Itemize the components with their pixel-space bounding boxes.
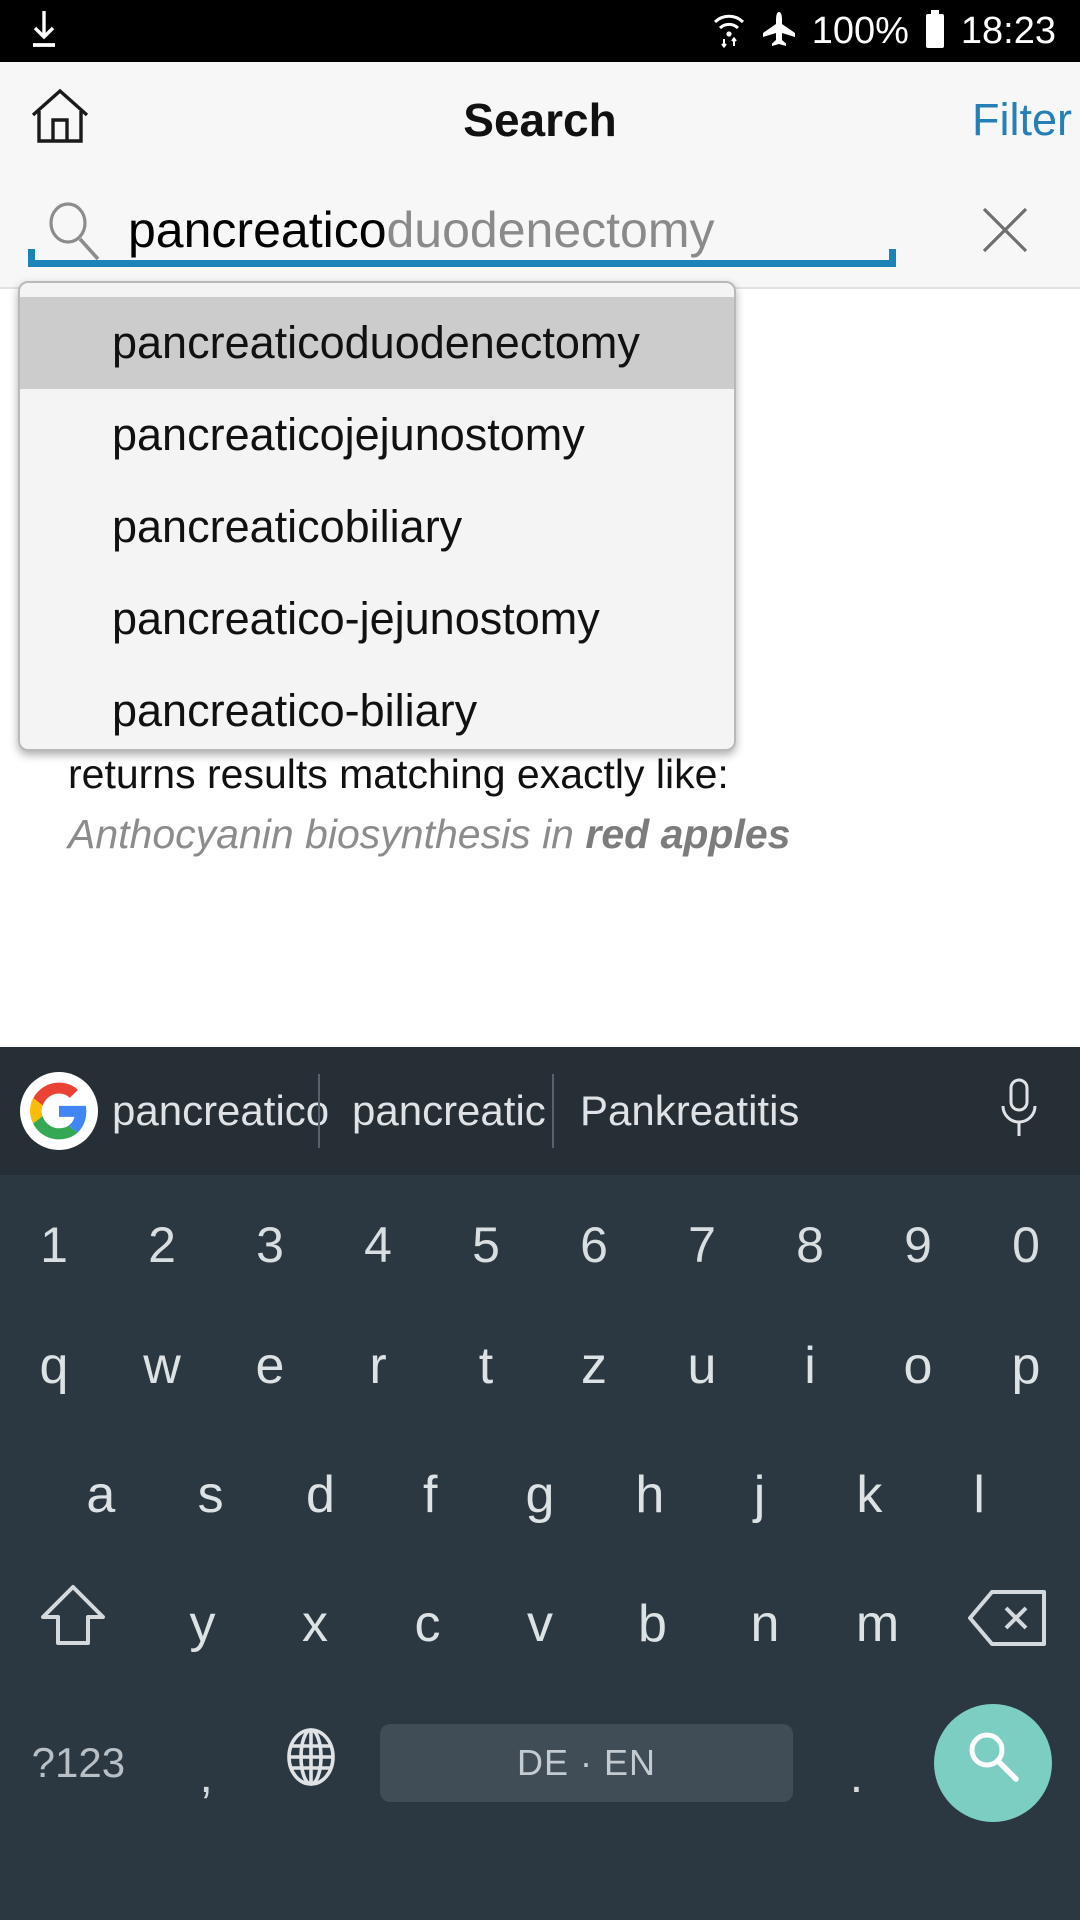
key-4[interactable]: 4 bbox=[324, 1189, 432, 1301]
key-d[interactable]: d bbox=[266, 1430, 376, 1559]
keyboard-rows: 1 2 3 4 5 6 7 8 9 0 q w e r t z u i o p … bbox=[0, 1189, 1080, 1920]
battery-full-icon bbox=[923, 8, 947, 55]
key-a[interactable]: a bbox=[46, 1430, 156, 1559]
language-switch-key[interactable] bbox=[255, 1688, 365, 1838]
autocomplete-dropdown[interactable]: pancreaticoduodenectomy pancreaticojejun… bbox=[18, 281, 736, 751]
key-g[interactable]: g bbox=[485, 1430, 595, 1559]
keyboard-suggestion-strip: pancreatico pancreatic Pankreatitis bbox=[0, 1047, 1080, 1175]
key-r[interactable]: r bbox=[324, 1301, 432, 1430]
suggestion-item[interactable]: pancreaticoduodenectomy bbox=[20, 297, 734, 389]
suggestion-item[interactable]: pancreaticojejunostomy bbox=[20, 389, 734, 481]
status-bar: 100% 18:23 bbox=[0, 0, 1080, 62]
wifi-icon bbox=[712, 9, 746, 54]
soft-keyboard: pancreatico pancreatic Pankreatitis 1 2 … bbox=[0, 1047, 1080, 1920]
key-n[interactable]: n bbox=[709, 1559, 822, 1688]
keyboard-row-home: a s d f g h j k l bbox=[0, 1430, 1080, 1559]
key-z[interactable]: z bbox=[540, 1301, 648, 1430]
help-example-bold: red apples bbox=[585, 811, 791, 857]
suggestion-item[interactable]: pancreatico-biliary bbox=[20, 665, 734, 749]
key-7[interactable]: 7 bbox=[648, 1189, 756, 1301]
key-c[interactable]: c bbox=[371, 1559, 484, 1688]
status-bar-left bbox=[24, 7, 64, 56]
comma-key[interactable]: , bbox=[157, 1688, 256, 1838]
download-icon bbox=[24, 7, 64, 56]
clock: 18:23 bbox=[960, 10, 1056, 52]
help-text-example: Anthocyanin biosynthesis in red apples bbox=[68, 811, 790, 858]
search-focus-underline bbox=[28, 249, 896, 267]
search-input-typed: pancreatico bbox=[128, 202, 387, 264]
key-b[interactable]: b bbox=[596, 1559, 709, 1688]
period-key[interactable]: . bbox=[807, 1688, 906, 1838]
microphone-icon[interactable] bbox=[992, 1076, 1048, 1146]
key-v[interactable]: v bbox=[484, 1559, 597, 1688]
key-t[interactable]: t bbox=[432, 1301, 540, 1430]
key-l[interactable]: l bbox=[924, 1430, 1034, 1559]
key-5[interactable]: 5 bbox=[432, 1189, 540, 1301]
search-enter-key[interactable] bbox=[906, 1688, 1080, 1838]
google-logo-icon[interactable] bbox=[20, 1072, 98, 1150]
key-h[interactable]: h bbox=[595, 1430, 705, 1559]
globe-icon bbox=[280, 1724, 342, 1802]
keyboard-suggestion-3[interactable]: Pankreatitis bbox=[580, 1087, 799, 1135]
search-icon bbox=[42, 199, 104, 261]
key-3[interactable]: 3 bbox=[216, 1189, 324, 1301]
key-j[interactable]: j bbox=[705, 1430, 815, 1559]
key-e[interactable]: e bbox=[216, 1301, 324, 1430]
key-m[interactable]: m bbox=[821, 1559, 934, 1688]
search-input[interactable]: pancreaticoduodenectomy bbox=[128, 195, 715, 265]
phone-screen: 100% 18:23 Search Filter pancreaticoduod… bbox=[0, 0, 1080, 1920]
clear-search-button[interactable] bbox=[972, 197, 1038, 263]
key-k[interactable]: k bbox=[814, 1430, 924, 1559]
search-input-completion: duodenectomy bbox=[386, 202, 715, 258]
search-icon bbox=[962, 1726, 1024, 1800]
keyboard-row-numbers: 1 2 3 4 5 6 7 8 9 0 bbox=[0, 1189, 1080, 1301]
shift-key[interactable] bbox=[0, 1559, 146, 1688]
key-u[interactable]: u bbox=[648, 1301, 756, 1430]
key-9[interactable]: 9 bbox=[864, 1189, 972, 1301]
help-text-heading: returns results matching exactly like: bbox=[68, 751, 729, 797]
space-key[interactable]: DE · EN bbox=[366, 1688, 807, 1838]
space-key-label: DE · EN bbox=[379, 1724, 794, 1802]
symbols-key[interactable]: ?123 bbox=[0, 1688, 157, 1838]
enter-key-circle bbox=[933, 1704, 1052, 1822]
page-title: Search bbox=[463, 93, 617, 146]
key-0[interactable]: 0 bbox=[972, 1189, 1080, 1301]
keyboard-row-function: ?123 , DE · EN . bbox=[0, 1688, 1080, 1838]
suggestion-item[interactable]: pancreaticobiliary bbox=[20, 481, 734, 573]
app-bar: Search Filter bbox=[0, 62, 1080, 177]
airplane-mode-icon bbox=[760, 10, 798, 53]
backspace-icon bbox=[964, 1586, 1050, 1662]
battery-percent: 100% bbox=[811, 10, 909, 52]
key-6[interactable]: 6 bbox=[540, 1189, 648, 1301]
shift-icon bbox=[37, 1581, 109, 1667]
key-1[interactable]: 1 bbox=[0, 1189, 108, 1301]
key-o[interactable]: o bbox=[864, 1301, 972, 1430]
key-i[interactable]: i bbox=[756, 1301, 864, 1430]
filter-button[interactable]: Filter bbox=[972, 94, 1072, 146]
close-icon bbox=[972, 207, 1038, 267]
key-p[interactable]: p bbox=[972, 1301, 1080, 1430]
search-field-container[interactable]: pancreaticoduodenectomy bbox=[0, 177, 1080, 287]
key-x[interactable]: x bbox=[259, 1559, 372, 1688]
status-bar-right: 100% 18:23 bbox=[712, 8, 1056, 55]
key-w[interactable]: w bbox=[108, 1301, 216, 1430]
key-s[interactable]: s bbox=[156, 1430, 266, 1559]
keyboard-row-bottom: y x c v b n m bbox=[0, 1559, 1080, 1688]
key-q[interactable]: q bbox=[0, 1301, 108, 1430]
key-2[interactable]: 2 bbox=[108, 1189, 216, 1301]
suggestion-item[interactable]: pancreatico-jejunostomy bbox=[20, 573, 734, 665]
key-8[interactable]: 8 bbox=[756, 1189, 864, 1301]
backspace-key[interactable] bbox=[934, 1559, 1080, 1688]
keyboard-row-top: q w e r t z u i o p bbox=[0, 1301, 1080, 1430]
suggestion-divider bbox=[552, 1074, 554, 1148]
help-example-prefix: Anthocyanin biosynthesis in bbox=[68, 811, 586, 857]
key-y[interactable]: y bbox=[146, 1559, 259, 1688]
key-f[interactable]: f bbox=[375, 1430, 485, 1559]
keyboard-suggestion-2[interactable]: pancreatic bbox=[352, 1087, 546, 1135]
suggestion-divider bbox=[318, 1074, 320, 1148]
keyboard-suggestion-1[interactable]: pancreatico bbox=[112, 1087, 329, 1135]
